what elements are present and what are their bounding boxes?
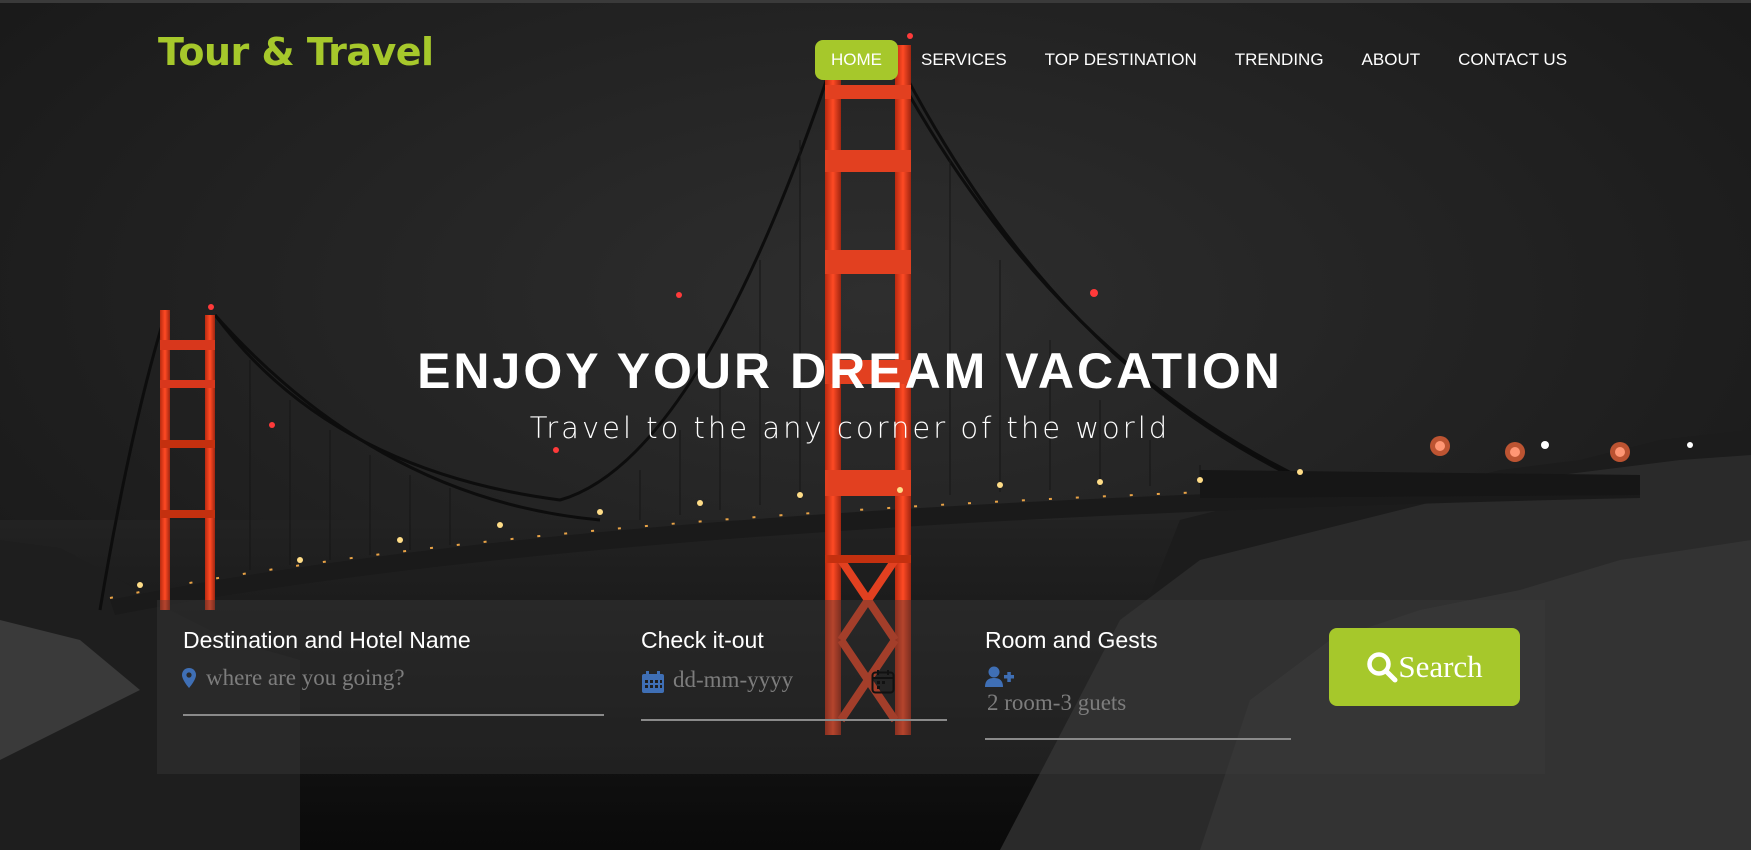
nav-home[interactable]: HOME	[815, 40, 898, 80]
search-button[interactable]: Search	[1329, 628, 1520, 706]
nav-contact-us[interactable]: CONTACT US	[1439, 40, 1586, 80]
main-nav: HOME SERVICES TOP DESTINATION TRENDING A…	[815, 40, 1586, 80]
search-button-label: Search	[1398, 649, 1483, 684]
checkout-label: Check it-out	[641, 627, 764, 653]
destination-label: Destination and Hotel Name	[183, 627, 471, 653]
nav-services[interactable]: SERVICES	[902, 40, 1026, 80]
guests-label: Room and Gests	[985, 627, 1158, 653]
calendar-icon	[642, 671, 664, 693]
user-plus-icon	[985, 666, 1014, 687]
nav-about[interactable]: ABOUT	[1343, 40, 1440, 80]
checkout-underline	[641, 719, 947, 721]
page: Tour & Travel HOME SERVICES TOP DESTINAT…	[0, 0, 1751, 850]
search-icon	[1367, 652, 1398, 683]
destination-input[interactable]: where are you going?	[206, 665, 405, 691]
hero-subtitle: Travel to the any corner of the world	[529, 411, 1171, 445]
map-marker-icon	[182, 668, 196, 688]
guests-input[interactable]: 2 room-3 guets	[987, 690, 1126, 716]
nav-trending[interactable]: TRENDING	[1216, 40, 1343, 80]
checkout-date-input[interactable]: dd-mm-yyyy	[673, 667, 793, 693]
destination-underline	[183, 714, 604, 716]
calendar-picker-icon[interactable]	[871, 669, 895, 694]
guests-underline	[985, 738, 1291, 740]
hero-title: ENJOY YOUR DREAM VACATION	[417, 343, 1283, 399]
site-logo[interactable]: Tour & Travel	[158, 30, 434, 74]
nav-top-destination[interactable]: TOP DESTINATION	[1026, 40, 1216, 80]
window-top-border	[0, 0, 1751, 3]
